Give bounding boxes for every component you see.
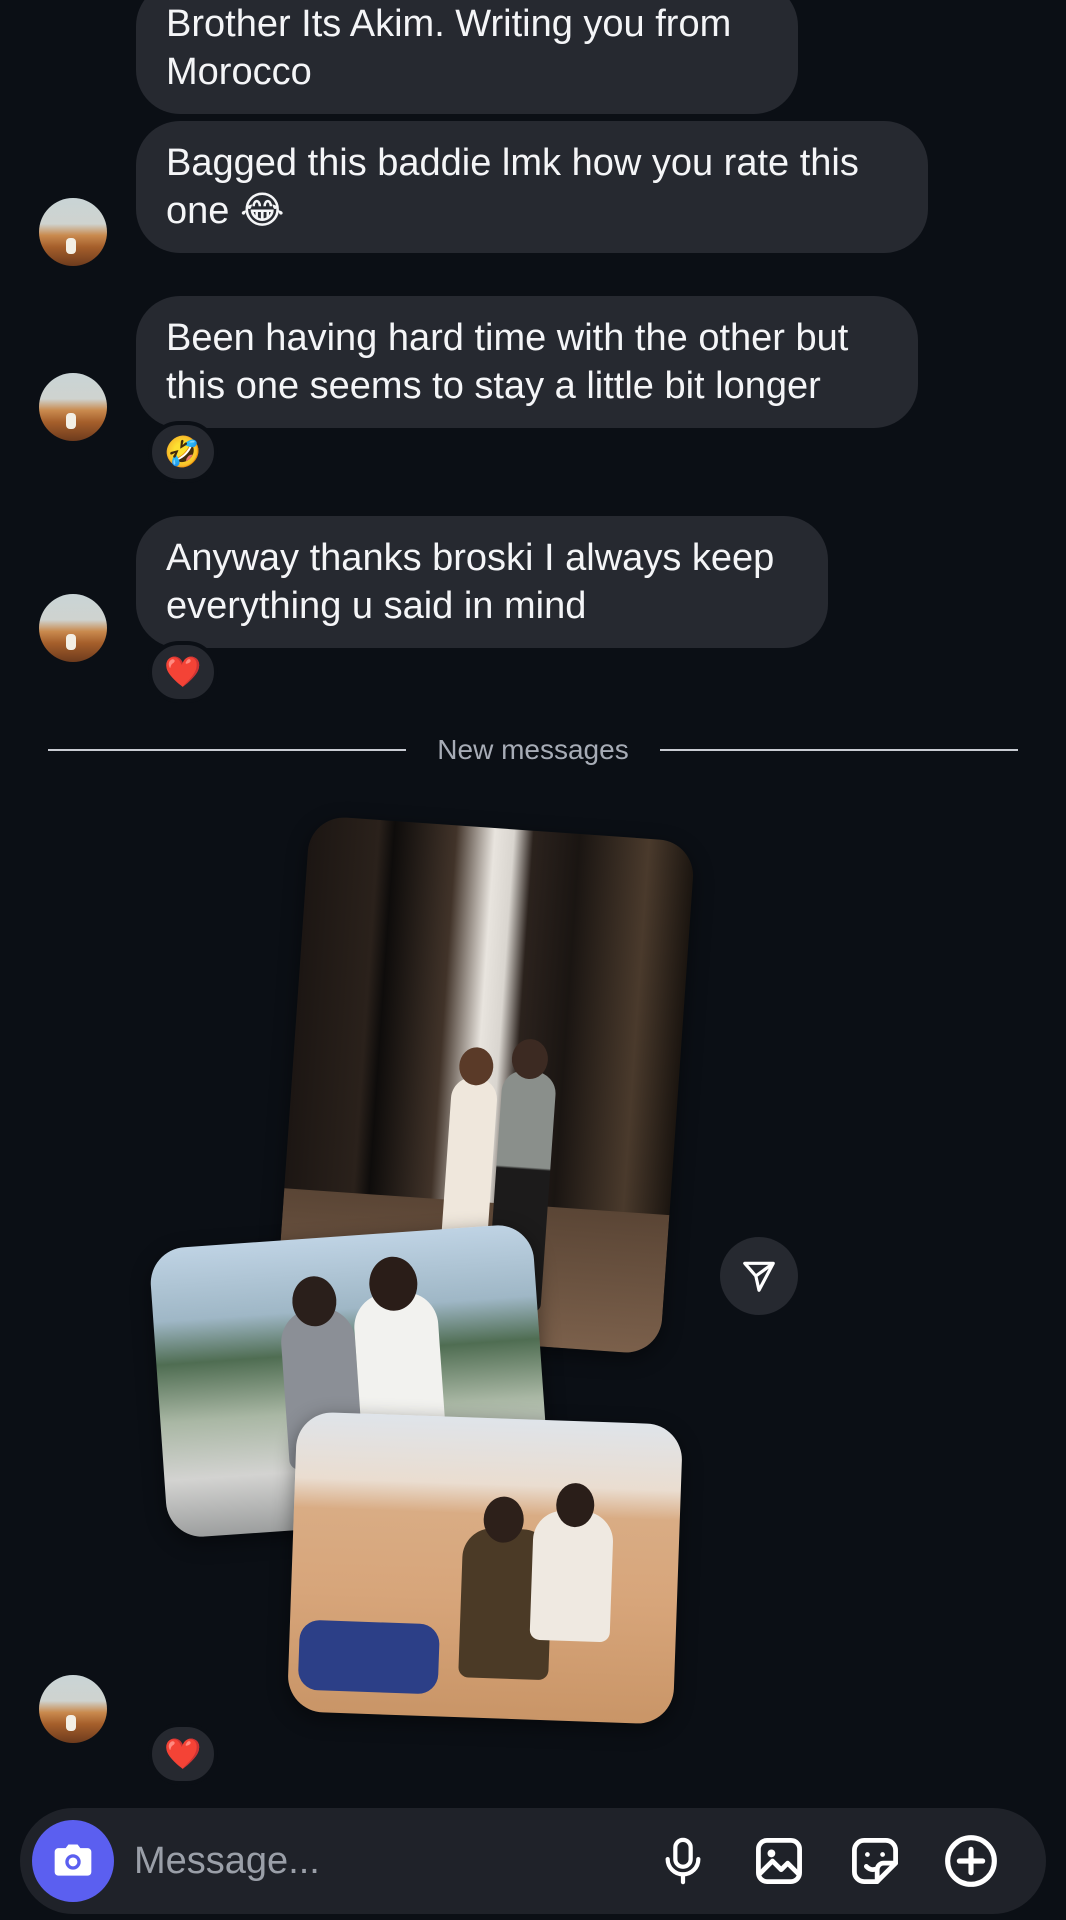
message-text: Been having hard time with the other but…: [166, 317, 849, 407]
reaction-emoji: ❤️: [164, 1737, 202, 1771]
message-bubble[interactable]: Bagged this baddie lmk how you rate this…: [136, 121, 928, 253]
message-text: Anyway thanks broski I always keep every…: [166, 537, 775, 627]
message-bubble[interactable]: Been having hard time with the other but…: [136, 296, 918, 428]
message-reaction[interactable]: ❤️: [148, 641, 218, 703]
chat-screen: Brother Its Akim. Writing you from Moroc…: [0, 0, 1066, 1920]
message-reaction[interactable]: ❤️: [148, 1723, 218, 1785]
camera-button[interactable]: [32, 1820, 114, 1902]
reaction-emoji: 🤣: [164, 435, 202, 469]
microphone-icon: [665, 1837, 701, 1885]
new-messages-divider: New messages: [48, 730, 1018, 770]
shared-photo[interactable]: [286, 1411, 684, 1725]
message-text: Bagged this baddie lmk how you rate this…: [166, 142, 859, 232]
message-composer: [20, 1808, 1046, 1914]
sticker-button[interactable]: [844, 1830, 906, 1892]
camera-icon: [54, 1844, 92, 1876]
message-reaction[interactable]: 🤣: [148, 421, 218, 483]
gallery-button[interactable]: [748, 1830, 810, 1892]
share-button[interactable]: [720, 1237, 798, 1315]
microphone-button[interactable]: [652, 1830, 714, 1892]
sender-avatar[interactable]: [39, 594, 107, 662]
plus-circle-icon: [945, 1835, 997, 1887]
sticker-icon: [852, 1838, 898, 1884]
sender-avatar[interactable]: [39, 198, 107, 266]
reaction-emoji: ❤️: [164, 655, 202, 689]
send-icon: [743, 1261, 775, 1292]
message-bubble[interactable]: Brother Its Akim. Writing you from Moroc…: [136, 0, 798, 114]
message-input[interactable]: [134, 1830, 654, 1892]
sender-avatar[interactable]: [39, 1675, 107, 1743]
message-bubble[interactable]: Anyway thanks broski I always keep every…: [136, 516, 828, 648]
more-button[interactable]: [940, 1830, 1002, 1892]
divider-line: [660, 749, 1018, 751]
gallery-icon: [756, 1838, 802, 1884]
sender-avatar[interactable]: [39, 373, 107, 441]
message-text: Brother Its Akim. Writing you from Moroc…: [166, 3, 732, 93]
